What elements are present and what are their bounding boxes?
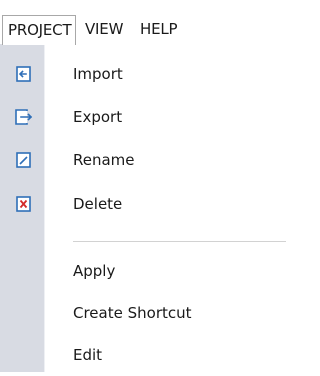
menu-item-label: Edit [73, 346, 103, 364]
menu-project[interactable]: PROJECT [2, 15, 77, 45]
project-dropdown-menu: Import Export Rename Delete Apply Create… [0, 44, 286, 372]
menu-item-label: Import [73, 65, 123, 83]
menu-item-label: Delete [73, 195, 123, 213]
menu-item-label: Export [73, 108, 123, 126]
menu-item-create-shortcut[interactable]: Create Shortcut [0, 292, 286, 334]
menu-item-export[interactable]: Export [0, 96, 286, 138]
menu-item-rename[interactable]: Rename [0, 139, 286, 181]
menu-item-label: Apply [73, 262, 116, 280]
menu-item-edit[interactable]: Edit [0, 334, 286, 376]
menu-view[interactable]: VIEW [85, 15, 123, 44]
menu-separator [73, 241, 286, 242]
menu-item-label: Create Shortcut [73, 304, 192, 322]
menu-item-import[interactable]: Import [0, 53, 286, 95]
export-icon [14, 108, 33, 126]
menu-item-delete[interactable]: Delete [0, 183, 286, 225]
import-icon [14, 65, 32, 83]
menu-bar: PROJECT VIEW HELP [0, 0, 286, 45]
delete-icon [14, 195, 32, 213]
menu-help[interactable]: HELP [140, 15, 178, 44]
rename-icon [14, 151, 32, 169]
menu-item-apply[interactable]: Apply [0, 250, 286, 292]
menu-item-label: Rename [73, 151, 135, 169]
